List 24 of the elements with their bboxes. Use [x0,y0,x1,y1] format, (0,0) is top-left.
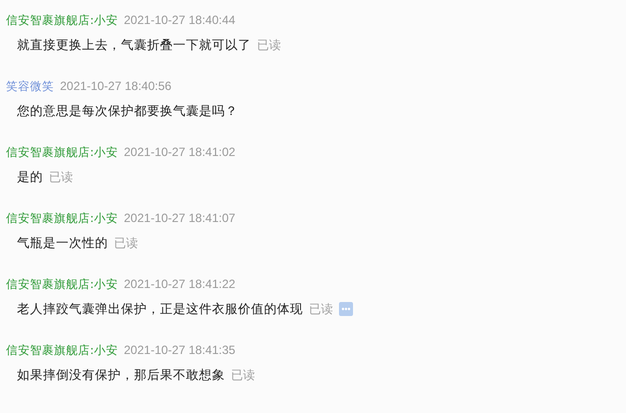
sender-name[interactable]: 信安智裹旗舰店:小安 [6,144,118,160]
message-text: 老人摔跤气囊弹出保护，正是这件衣服价值的体现 [17,300,303,318]
sender-name[interactable]: 信安智裹旗舰店:小安 [6,12,118,28]
message-time: 2021-10-27 18:40:56 [60,79,172,93]
sender-name[interactable]: 信安智裹旗舰店:小安 [6,210,118,226]
sender-name[interactable]: 信安智裹旗舰店:小安 [6,276,118,292]
message-time: 2021-10-27 18:41:22 [124,277,236,291]
message-text: 气瓶是一次性的 [17,234,108,252]
message-time: 2021-10-27 18:41:35 [124,343,236,357]
read-status: 已读 [257,36,281,54]
read-status: 已读 [231,366,255,384]
read-status: 已读 [309,300,333,318]
message-text: 就直接更换上去，气囊折叠一下就可以了 [17,36,251,54]
message-text: 是的 [17,168,43,186]
message-text: 如果摔倒没有保护，那后果不敢想象 [17,366,225,384]
sender-name[interactable]: 笑容微笑 [6,78,54,94]
message-time: 2021-10-27 18:40:44 [124,13,236,27]
read-status: 已读 [49,168,73,186]
sender-name[interactable]: 信安智裹旗舰店:小安 [6,342,118,358]
message-time: 2021-10-27 18:41:07 [124,211,236,225]
message-time: 2021-10-27 18:41:02 [124,145,236,159]
read-status: 已读 [114,234,138,252]
more-icon[interactable] [339,302,353,316]
message-text: 您的意思是每次保护都要换气囊是吗？ [17,102,238,120]
